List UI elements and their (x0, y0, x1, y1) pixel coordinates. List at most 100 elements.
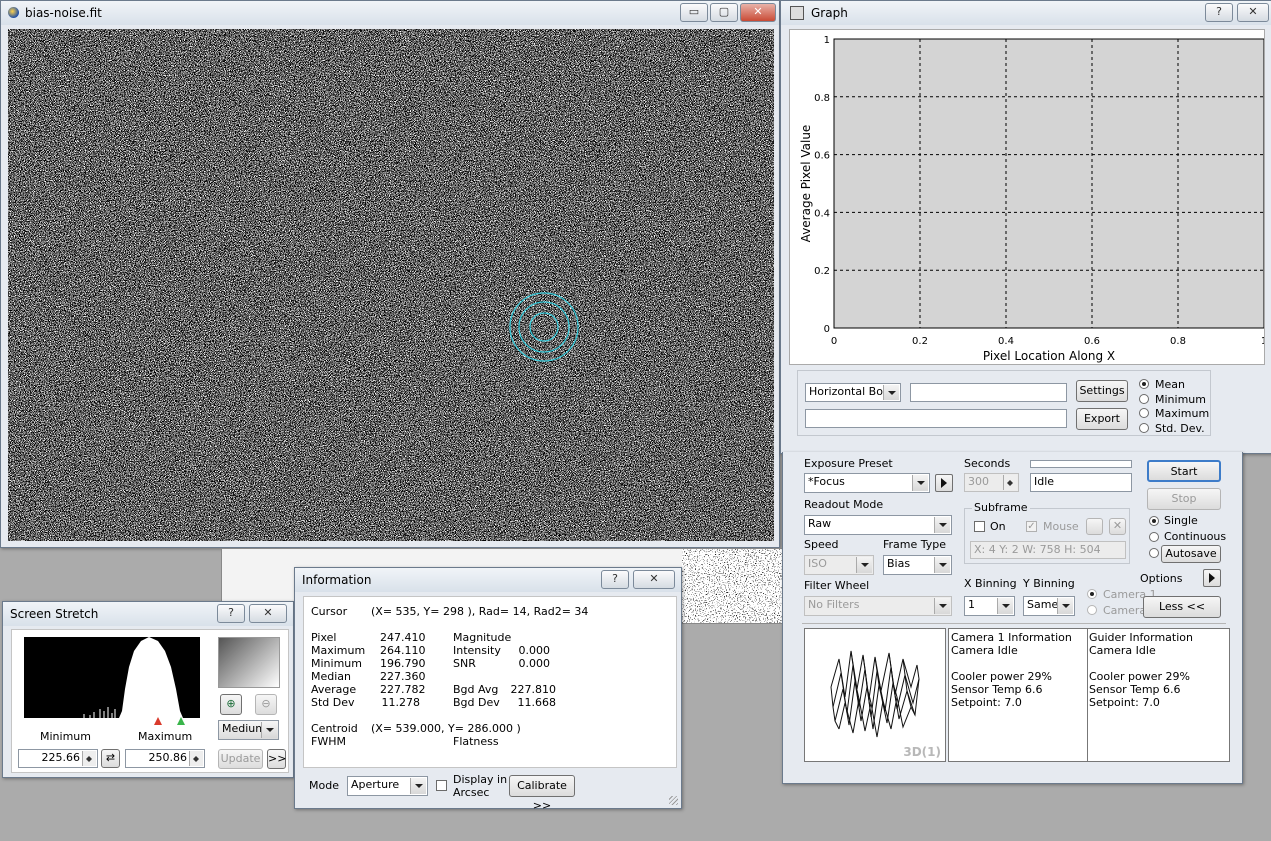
histogram[interactable] (24, 637, 200, 718)
minimize-icon[interactable]: ▭ (680, 3, 708, 22)
zoom-in-icon[interactable]: ⊕ (220, 694, 242, 715)
info-right-value: 227.810 (510, 683, 557, 696)
info-left-value: 247.410 (380, 631, 426, 644)
graph-mode-select[interactable]: Horizontal Box (805, 383, 901, 402)
readout-mode-label: Readout Mode (804, 498, 884, 511)
less-button[interactable]: Less << (1143, 596, 1221, 618)
options-menu-icon[interactable] (1203, 569, 1221, 587)
minimum-input[interactable]: 225.66 (18, 749, 98, 768)
info-left-value: 227.360 (380, 670, 426, 683)
image-window-titlebar[interactable]: bias-noise.fit ▭ ▢ ✕ (1, 1, 779, 25)
autosave-button[interactable]: Autosave (1161, 545, 1221, 563)
maximum-input[interactable]: 250.86 (125, 749, 205, 768)
gradient-preview (218, 637, 280, 688)
minimum-spinner-icon[interactable] (82, 751, 96, 766)
x-tick-label: 0 (831, 336, 837, 347)
graph-help-icon[interactable]: ? (1205, 3, 1233, 22)
stretch-preset-select[interactable]: Medium (218, 720, 279, 740)
graph-path-field (805, 409, 1067, 428)
filter-wheel-select[interactable]: No Filters (804, 596, 952, 616)
seconds-spinner-icon[interactable] (1003, 475, 1017, 490)
stat-radio-label: Maximum (1155, 407, 1210, 420)
mode-label: Mode (309, 779, 339, 792)
subframe-coords-field: X: 4 Y: 2 W: 758 H: 504 (970, 541, 1126, 559)
start-button[interactable]: Start (1147, 460, 1221, 482)
filter-wheel-label: Filter Wheel (804, 579, 870, 592)
separator (802, 623, 1226, 624)
preview-3d-panel: 3D(1) (804, 628, 946, 762)
seconds-input[interactable]: 300 (964, 473, 1019, 492)
subframe-mouse-checkbox[interactable]: ✓ (1026, 521, 1037, 532)
histogram-plot (83, 637, 183, 718)
resize-grip-icon[interactable] (669, 796, 678, 805)
min-marker-icon[interactable] (154, 717, 162, 725)
graph-export-button[interactable]: Export (1076, 408, 1128, 430)
minimum-label: Minimum (40, 730, 91, 743)
graph-title: Graph (811, 6, 848, 20)
mode-select[interactable]: Aperture (347, 776, 428, 796)
continuous-radio[interactable] (1149, 532, 1159, 542)
information-help-icon[interactable]: ? (601, 570, 629, 589)
information-window: Information ? ✕ Cursor (X= 535, Y= 298 )… (294, 567, 682, 812)
y-tick-label: 0.2 (814, 266, 830, 277)
exposure-preset-label: Exposure Preset (804, 457, 893, 470)
update-button[interactable]: Update (218, 749, 263, 769)
exposure-preset-menu-icon[interactable] (935, 474, 953, 492)
information-titlebar[interactable]: Information ? ✕ (295, 568, 681, 592)
stretch-titlebar[interactable]: Screen Stretch ? ✕ (3, 602, 293, 626)
information-close-icon[interactable]: ✕ (633, 570, 675, 589)
graph-close-icon[interactable]: ✕ (1237, 3, 1269, 22)
speed-select[interactable]: ISO (804, 555, 874, 575)
info-left-value: 227.782 (380, 683, 426, 696)
info-left-label: Minimum (311, 657, 362, 670)
subframe-select-icon[interactable] (1086, 518, 1103, 535)
stat-radio[interactable] (1139, 408, 1149, 418)
stat-radio[interactable] (1139, 379, 1149, 389)
image-canvas[interactable] (8, 29, 774, 541)
single-radio[interactable] (1149, 516, 1159, 526)
subframe-label: Subframe (972, 501, 1030, 514)
info-right-value: 11.668 (517, 696, 557, 709)
subframe-on-label: On (990, 520, 1006, 533)
chevron-down-icon (997, 598, 1013, 614)
frame-type-select[interactable]: Bias (883, 555, 952, 575)
calibrate-button[interactable]: Calibrate >> (509, 775, 575, 812)
stat-radio[interactable] (1139, 393, 1149, 404)
camera2-radio[interactable] (1087, 605, 1097, 615)
image-window-title: bias-noise.fit (25, 6, 102, 20)
subframe-full-icon[interactable]: ✕ (1109, 518, 1126, 535)
exposure-preset-select[interactable]: *Focus (804, 473, 930, 493)
maximum-spinner-icon[interactable] (189, 751, 203, 766)
stat-radio-label: Mean (1155, 378, 1185, 391)
y-binning-label: Y Binning (1023, 577, 1075, 590)
guider-info-sensor: Sensor Temp 6.6 (1089, 683, 1181, 696)
x-tick-label: 0.8 (1170, 336, 1186, 347)
graph-settings-button[interactable]: Settings (1076, 380, 1128, 402)
stretch-close-icon[interactable]: ✕ (249, 604, 287, 623)
graph-titlebar[interactable]: Graph ? ✕ (781, 1, 1271, 25)
zoom-out-icon[interactable]: ⊖ (255, 694, 277, 715)
fwhm-label: FWHM (311, 735, 346, 748)
max-marker-icon[interactable] (177, 717, 185, 725)
subframe-on-checkbox[interactable] (974, 521, 985, 532)
autosave-radio[interactable] (1149, 548, 1159, 558)
aperture-rings (509, 292, 579, 362)
y-binning-select[interactable]: Same (1023, 596, 1075, 616)
stop-button[interactable]: Stop (1147, 488, 1221, 510)
close-icon[interactable]: ✕ (740, 3, 776, 22)
maximize-icon[interactable]: ▢ (710, 3, 738, 22)
camera1-radio[interactable] (1087, 589, 1097, 599)
x-tick-label: 0.4 (998, 336, 1014, 347)
x-binning-select[interactable]: 1 (964, 596, 1015, 616)
y-tick-label: 1 (824, 35, 830, 46)
preview-3d-label: 3D(1) (903, 745, 941, 759)
more-button[interactable]: >> (267, 749, 286, 769)
readout-mode-select[interactable]: Raw (804, 515, 952, 535)
display-arcsec-checkbox[interactable] (436, 780, 447, 791)
graph-app-icon (790, 6, 804, 20)
info-right-label: Bgd Dev (453, 696, 500, 709)
stat-radio[interactable] (1139, 422, 1149, 433)
stretch-help-icon[interactable]: ? (217, 604, 245, 623)
single-label: Single (1164, 514, 1198, 527)
swap-icon[interactable]: ⇄ (101, 749, 120, 768)
